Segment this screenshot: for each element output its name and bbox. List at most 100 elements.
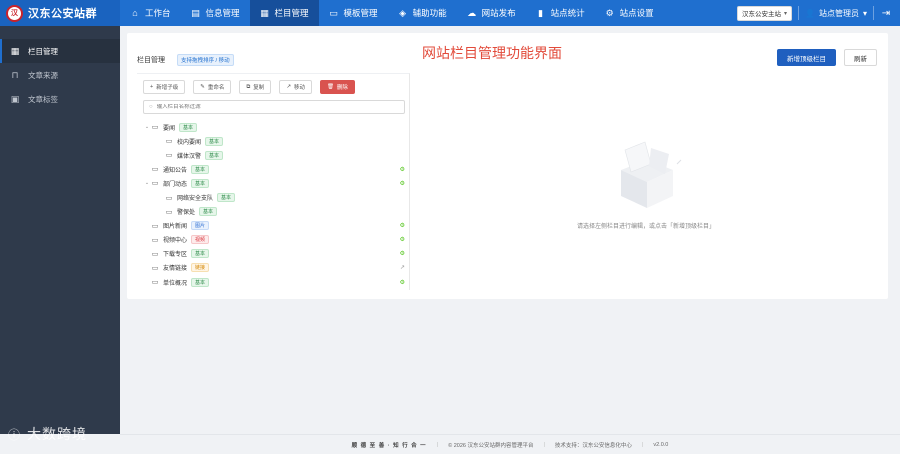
trash-icon: 🗑 — [326, 84, 334, 90]
move-icon: ↗ — [286, 84, 291, 90]
sidebar-item[interactable]: ▦ 栏目管理 — [0, 39, 120, 63]
nav-item[interactable]: ▤ 信息管理 — [181, 0, 250, 26]
settings-icon[interactable]: ⚙ — [400, 250, 405, 257]
divider — [873, 6, 874, 20]
header-right: 汉东公安主站 ▾ 👤 站点管理员 ▾ ⇥ — [737, 0, 900, 26]
nav-item[interactable]: ⚙ 站点设置 — [595, 0, 664, 26]
column-filter-field[interactable]: ○ — [143, 100, 405, 114]
tree-panel: +新增子级 ✎重命名 ⧉复制 ↗移动 🗑删除 ○ ⌄▭要闻基本▭校内要闻基本▭媒… — [137, 73, 410, 290]
chevron-down-icon[interactable]: ⌄ — [143, 180, 151, 186]
tree-node-label: 警保处 — [177, 210, 196, 217]
delete-label: 删除 — [336, 85, 348, 91]
refresh-button[interactable]: 刷新 — [844, 49, 877, 66]
footer: 顺 德 至 善 · 知 行 合 一 | © 2026 汉东公安站群内容管理平台 … — [120, 434, 900, 454]
footer-version: v2.0.0 — [653, 441, 669, 448]
add-top-column-button[interactable]: 新增顶级栏目 — [777, 49, 836, 66]
card-title: 栏目管理 — [137, 57, 165, 64]
divider — [798, 6, 800, 20]
search-icon: ○ — [149, 104, 153, 110]
tree-node[interactable]: ▭ 友情链接 链接 ↗ — [143, 261, 405, 275]
tree-node[interactable]: ▭ 媒体汉警 基本 — [143, 148, 405, 162]
watermark: ⓘ 大数跨境 — [8, 424, 87, 444]
folder-icon: ▭ — [165, 208, 173, 216]
folder-icon: ▭ — [151, 264, 159, 272]
chevron-down-icon[interactable]: ⌄ — [143, 124, 151, 130]
tree-node-label: 媒体汉警 — [177, 153, 202, 160]
folder-icon: ▭ — [165, 194, 173, 202]
brand[interactable]: 汉 汉东公安站群 — [0, 0, 120, 26]
column-type-badge: 链接 — [191, 263, 210, 273]
edit-icon: ✎ — [200, 84, 205, 90]
copy-button[interactable]: ⧉ 复制 — [239, 80, 272, 94]
tree-node[interactable]: ▭ 网络安全支队 基本 — [143, 190, 405, 204]
column-type-badge: 视频 — [191, 235, 210, 245]
clipboard-icon: ▣ — [10, 93, 20, 104]
user-menu[interactable]: 👤 站点管理员 ▾ — [805, 8, 867, 19]
nav-item[interactable]: ▭ 模板管理 — [319, 0, 388, 26]
column-type-badge: 基本 — [205, 136, 224, 146]
tree-node[interactable]: ▭ 图片新闻 图片 ⚙ — [143, 219, 405, 233]
tree-node-label: 下载专区 — [163, 252, 188, 259]
chevron-down-icon: ▾ — [784, 10, 788, 17]
rename-label: 重命名 — [207, 85, 225, 91]
sidebar-item-label: 栏目管理 — [28, 46, 58, 56]
rename-button[interactable]: ✎ 重命名 — [193, 80, 232, 94]
page-headline: 网站栏目管理功能界面 — [422, 46, 562, 62]
sidebar-item[interactable]: ▣ 文章标签 — [0, 87, 120, 111]
tree-node-label: 校内要闻 — [177, 139, 202, 146]
nav-item[interactable]: ☁ 网站发布 — [457, 0, 526, 26]
settings-icon[interactable]: ⚙ — [400, 279, 405, 286]
move-button[interactable]: ↗ 移动 — [279, 80, 312, 94]
folder-icon: ▭ — [151, 279, 159, 287]
folder-icon: ▭ — [151, 166, 159, 174]
logout-icon[interactable]: ⇥ — [880, 8, 892, 19]
column-type-badge: 图片 — [191, 221, 210, 231]
empty-box-icon — [621, 141, 682, 208]
watermark-text: 大数跨境 — [27, 426, 88, 442]
column-tree: ⌄ ▭ 要闻 基本 ▭ 校内要闻 基本 ▭ 媒体汉警 基本 ▭ 通知公告 基本 ⚙ ⌄ ▭ 部门动态 基本 ⚙ ▭ 网络… — [143, 120, 405, 289]
tree-node[interactable]: ▭ 通知公告 基本 ⚙ — [143, 162, 405, 176]
nav-item[interactable]: ⌂ 工作台 — [120, 0, 181, 26]
user-icon: 👤 — [805, 8, 815, 18]
tree-node[interactable]: ▭ 警保处 基本 — [143, 205, 405, 219]
settings-icon[interactable]: ⚙ — [400, 222, 405, 229]
add-child-button[interactable]: + 新增子级 — [143, 80, 186, 94]
nav-item[interactable]: ▦ 栏目管理 — [249, 0, 319, 26]
copy-label: 复制 — [253, 85, 265, 91]
tree-node-label: 要闻 — [163, 125, 176, 132]
site-select[interactable]: 汉东公安主站 ▾ — [737, 5, 793, 21]
nav-item[interactable]: ▮ 站点统计 — [526, 0, 595, 26]
external-link-icon[interactable]: ↗ — [400, 264, 405, 271]
bookmark-icon: ⊓ — [11, 69, 19, 80]
grid-icon: ▦ — [260, 7, 269, 18]
copy-icon: ⧉ — [246, 83, 251, 90]
tree-node[interactable]: ▭ 单位概况 基本 ⚙ — [143, 275, 405, 289]
settings-icon[interactable]: ⚙ — [400, 166, 405, 173]
tree-node[interactable]: ▭ 视频中心 视频 ⚙ — [143, 233, 405, 247]
tree-node[interactable]: ⌄ ▭ 部门动态 基本 ⚙ — [143, 176, 405, 190]
nav-item[interactable]: ◈ 辅助功能 — [388, 0, 457, 26]
empty-state-text: 请选择左侧栏目进行编辑，或点击「新增顶级栏目」 — [576, 224, 715, 230]
drag-hint-tag: 支持拖拽排序 / 移动 — [177, 54, 234, 66]
footer-separator: | — [436, 441, 439, 448]
nav-item-label: 信息管理 — [205, 8, 240, 18]
settings-icon[interactable]: ⚙ — [400, 236, 405, 243]
folder-icon: ▭ — [151, 236, 159, 244]
column-type-badge: 基本 — [179, 122, 198, 132]
folder-icon: ▭ — [165, 152, 173, 160]
folder-icon: ▭ — [151, 222, 159, 230]
folder-icon: ▭ — [151, 250, 159, 258]
settings-icon[interactable]: ⚙ — [400, 180, 405, 187]
tree-node-label: 部门动态 — [163, 181, 188, 188]
tag-icon: ◈ — [399, 7, 407, 18]
column-filter-input[interactable] — [156, 104, 397, 110]
tree-node[interactable]: ▭ 校内要闻 基本 — [143, 134, 405, 148]
delete-button[interactable]: 🗑 删除 — [319, 80, 355, 94]
column-type-badge: 基本 — [205, 150, 224, 160]
tree-node[interactable]: ▭ 下载专区 基本 ⚙ — [143, 247, 405, 261]
chart-icon: ▮ — [538, 7, 544, 18]
sidebar-item[interactable]: ⊓ 文章来源 — [0, 63, 120, 87]
document-icon: ▤ — [191, 7, 200, 18]
tree-node[interactable]: ⌄ ▭ 要闻 基本 — [143, 120, 405, 134]
folder-icon: ▭ — [151, 124, 159, 132]
